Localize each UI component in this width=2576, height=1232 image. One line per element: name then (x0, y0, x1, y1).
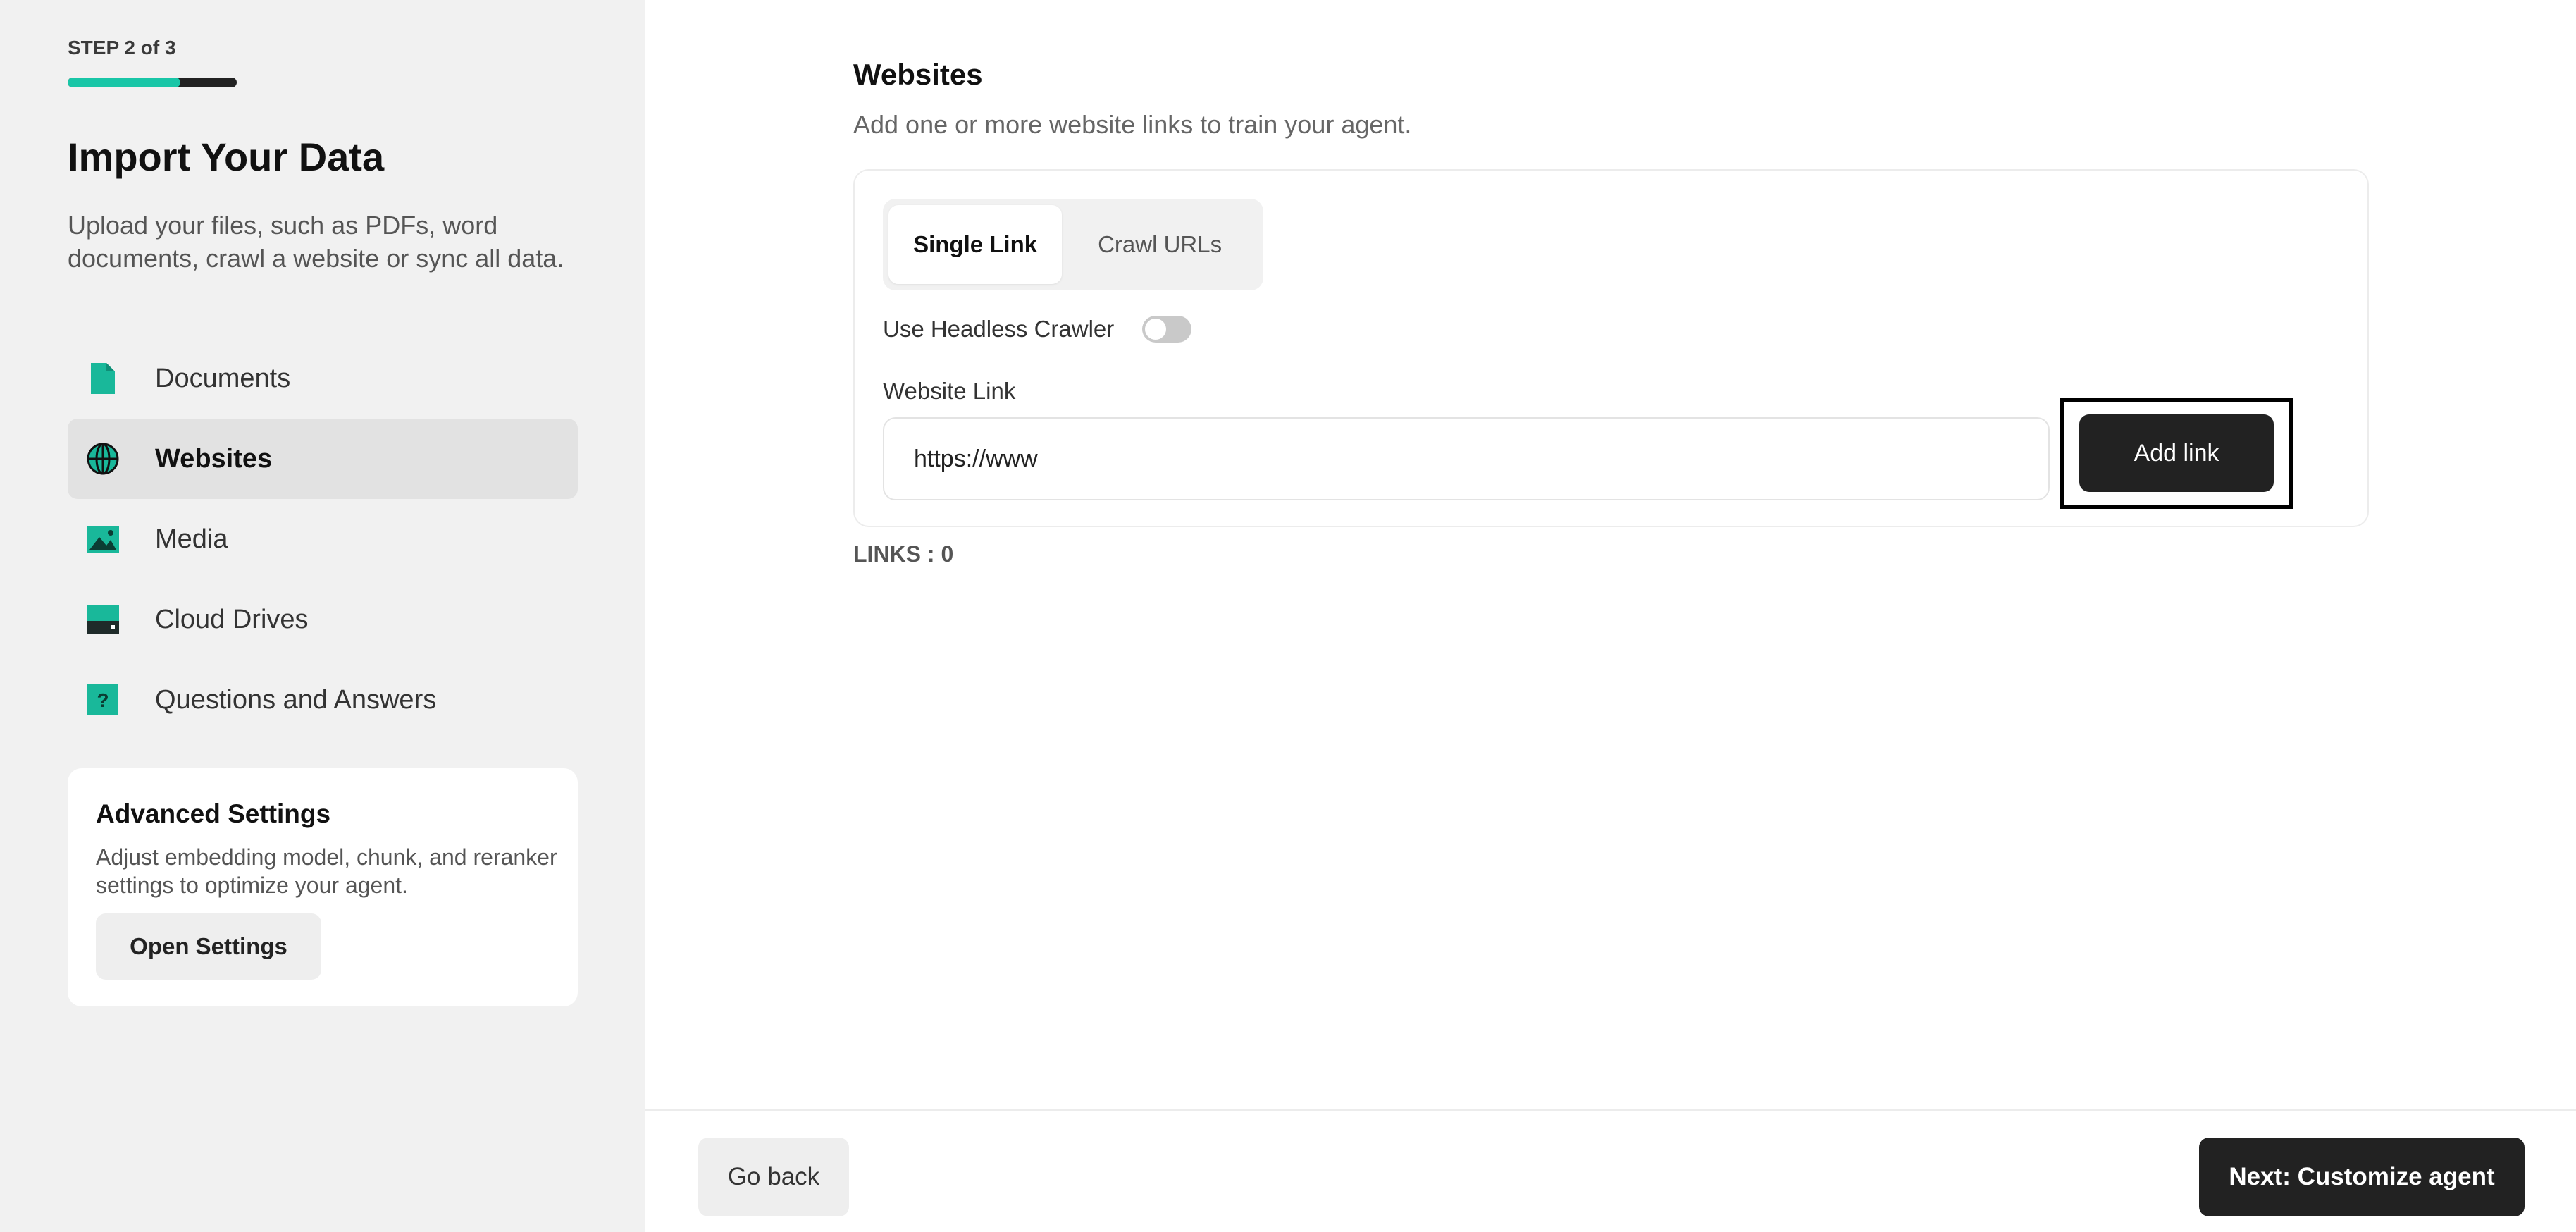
sidebar-item-label: Documents (155, 363, 291, 393)
sidebar-item-label: Questions and Answers (155, 684, 437, 715)
document-icon (85, 360, 121, 397)
toggle-knob (1145, 319, 1167, 340)
advanced-settings-title: Advanced Settings (96, 799, 331, 828)
next-customize-agent-button[interactable]: Next: Customize agent (2199, 1138, 2525, 1216)
links-count: LINKS : 0 (853, 541, 954, 567)
drive-icon (85, 601, 121, 638)
open-settings-button[interactable]: Open Settings (96, 913, 321, 980)
headless-crawler-label: Use Headless Crawler (883, 316, 1115, 342)
page-title: Websites (853, 58, 983, 91)
image-icon (85, 521, 121, 558)
sidebar-item-label: Websites (155, 443, 273, 474)
advanced-settings-description: Adjust embedding model, chunk, and reran… (96, 844, 557, 898)
sidebar-description: Upload your files, such as PDFs, word do… (68, 211, 564, 273)
sidebar-item-label: Media (155, 524, 228, 554)
website-link-card: Single Link Crawl URLs Use Headless Craw… (853, 169, 2369, 527)
add-link-button[interactable]: Add link (2079, 414, 2274, 492)
sidebar-item-media[interactable]: Media (68, 499, 578, 579)
step-label: STEP 2 of 3 (68, 37, 176, 58)
step-progress-fill (68, 78, 181, 87)
page-description: Add one or more website links to train y… (853, 110, 1412, 139)
link-mode-tabs: Single Link Crawl URLs (883, 199, 1263, 290)
globe-icon (85, 441, 121, 477)
sidebar-item-documents[interactable]: Documents (68, 338, 578, 419)
advanced-settings-card: Advanced Settings Adjust embedding model… (68, 768, 578, 1006)
sidebar-title: Import Your Data (68, 135, 385, 179)
svg-text:?: ? (97, 689, 109, 711)
sidebar-item-cloud-drives[interactable]: Cloud Drives (68, 579, 578, 660)
step-progress-bar (68, 78, 237, 87)
sidebar-item-websites[interactable]: Websites (68, 419, 578, 499)
sidebar: STEP 2 of 3 Import Your Data Upload your… (0, 0, 645, 1232)
sidebar-item-label: Cloud Drives (155, 604, 309, 634)
app-root: STEP 2 of 3 Import Your Data Upload your… (0, 0, 2576, 1232)
question-icon: ? (85, 682, 121, 718)
wizard-footer: Go back Next: Customize agent (645, 1109, 2576, 1232)
go-back-button[interactable]: Go back (698, 1138, 849, 1216)
tab-crawl-urls[interactable]: Crawl URLs (1062, 205, 1258, 284)
tab-single-link[interactable]: Single Link (888, 205, 1063, 284)
main-panel: Websites Add one or more website links t… (645, 0, 2576, 1232)
headless-crawler-row: Use Headless Crawler (883, 316, 1192, 343)
add-link-highlight-frame: Add link (2060, 398, 2293, 509)
website-link-input[interactable] (883, 417, 2050, 500)
website-link-label: Website Link (883, 378, 1016, 404)
source-nav: Documents Websites Media Cloud Drives ? … (68, 338, 578, 740)
headless-crawler-toggle[interactable] (1142, 316, 1192, 343)
sidebar-item-questions-and-answers[interactable]: ? Questions and Answers (68, 660, 578, 740)
